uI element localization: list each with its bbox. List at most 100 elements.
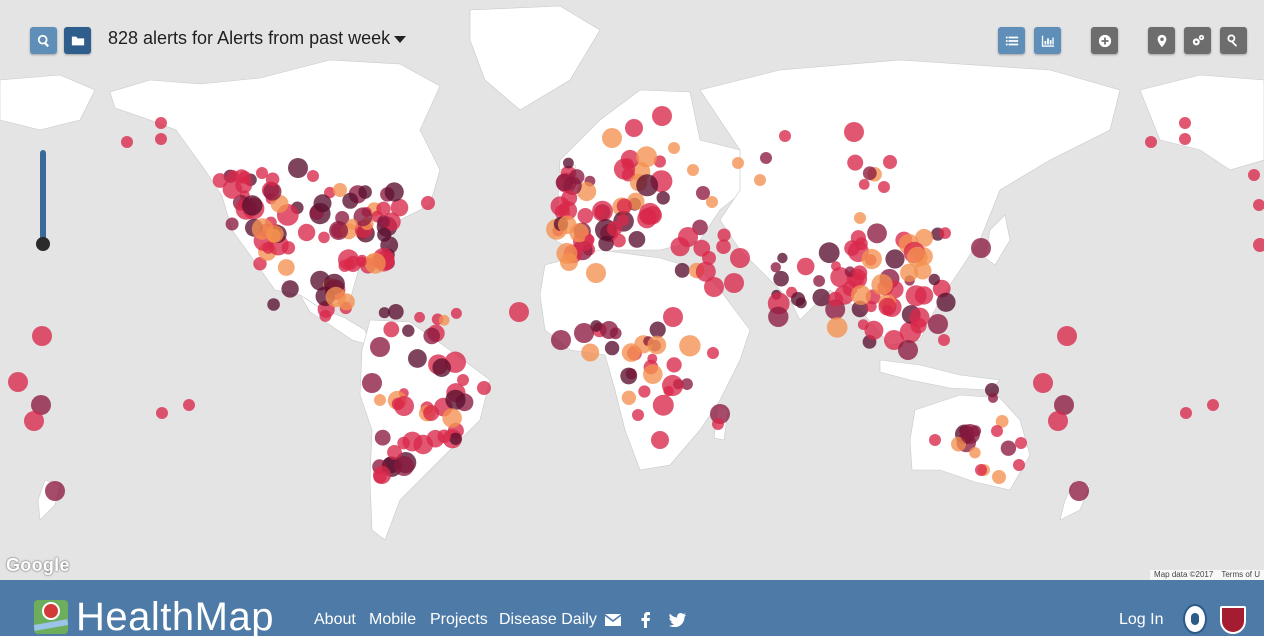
alert-marker[interactable] — [1179, 133, 1191, 145]
alert-marker[interactable] — [377, 227, 392, 242]
alert-marker[interactable] — [267, 298, 280, 311]
alert-marker[interactable] — [288, 158, 308, 178]
alert-marker[interactable] — [796, 257, 815, 276]
alert-marker[interactable] — [307, 170, 319, 182]
list-view-button[interactable] — [998, 27, 1025, 54]
alert-marker[interactable] — [1057, 326, 1077, 346]
alert-marker[interactable] — [1048, 411, 1068, 431]
alert-marker[interactable] — [854, 212, 866, 224]
boston-childrens-seal-icon[interactable] — [1183, 604, 1207, 634]
alert-marker[interactable] — [717, 228, 731, 242]
alert-marker[interactable] — [358, 185, 372, 199]
alert-marker[interactable] — [790, 292, 806, 307]
alert-marker[interactable] — [155, 117, 167, 129]
nav-about[interactable]: About — [314, 611, 356, 629]
alert-marker[interactable] — [678, 227, 698, 247]
nav-projects[interactable]: Projects — [430, 611, 488, 629]
healthmap-brand[interactable]: HealthMap — [76, 594, 274, 636]
alert-marker[interactable] — [414, 311, 425, 323]
alert-marker[interactable] — [442, 408, 462, 428]
alert-marker[interactable] — [707, 347, 719, 359]
alert-marker[interactable] — [1207, 399, 1219, 411]
alert-marker[interactable] — [362, 373, 382, 393]
alert-marker[interactable] — [45, 481, 65, 501]
alert-marker[interactable] — [277, 259, 295, 276]
alert-marker[interactable] — [602, 128, 622, 148]
alert-marker[interactable] — [384, 182, 404, 202]
alert-marker[interactable] — [625, 119, 643, 137]
alert-marker[interactable] — [242, 195, 263, 216]
alert-marker[interactable] — [423, 405, 440, 421]
alert-marker[interactable] — [560, 253, 578, 271]
alert-marker[interactable] — [376, 201, 391, 216]
zoom-slider-track[interactable] — [40, 150, 46, 240]
key-button[interactable] — [1220, 27, 1247, 54]
alert-marker[interactable] — [1000, 440, 1017, 456]
alert-marker[interactable] — [1145, 136, 1157, 148]
alert-marker[interactable] — [342, 192, 359, 209]
alert-marker[interactable] — [383, 321, 400, 338]
alert-marker[interactable] — [1013, 459, 1025, 471]
alert-marker[interactable] — [938, 334, 950, 346]
alert-marker[interactable] — [636, 174, 659, 197]
healthmap-logo-icon[interactable] — [34, 600, 68, 634]
alert-marker[interactable] — [878, 181, 890, 193]
alert-marker[interactable] — [1248, 169, 1260, 181]
alert-marker[interactable] — [620, 367, 638, 385]
alert-marker[interactable] — [604, 340, 620, 356]
alert-marker[interactable] — [212, 173, 228, 188]
alert-marker[interactable] — [24, 411, 44, 431]
alert-marker[interactable] — [402, 324, 415, 337]
chart-view-button[interactable] — [1034, 27, 1061, 54]
facebook-icon[interactable] — [636, 611, 654, 629]
alert-marker[interactable] — [992, 470, 1006, 484]
alert-marker[interactable] — [858, 179, 870, 190]
alert-marker[interactable] — [969, 447, 981, 459]
alert-marker[interactable] — [598, 235, 614, 252]
alert-marker[interactable] — [561, 190, 578, 207]
world-map[interactable] — [0, 0, 1264, 580]
envelope-icon[interactable] — [604, 611, 622, 629]
zoom-slider-handle[interactable] — [36, 237, 50, 251]
alert-marker[interactable] — [450, 307, 462, 319]
alert-marker[interactable] — [647, 353, 658, 364]
alert-marker[interactable] — [477, 381, 491, 395]
alert-marker[interactable] — [377, 215, 390, 229]
alert-marker[interactable] — [867, 223, 887, 244]
alert-marker[interactable] — [156, 407, 168, 419]
alert-marker[interactable] — [338, 259, 351, 272]
alert-marker[interactable] — [432, 358, 452, 378]
alert-marker[interactable] — [423, 327, 441, 345]
alert-marker[interactable] — [643, 206, 663, 225]
alert-marker[interactable] — [1253, 238, 1264, 252]
alert-marker[interactable] — [370, 337, 390, 357]
alert-marker[interactable] — [509, 302, 529, 322]
alert-marker[interactable] — [607, 221, 623, 237]
alert-marker[interactable] — [704, 277, 724, 297]
alert-marker[interactable] — [638, 385, 651, 398]
alert-marker[interactable] — [616, 198, 632, 214]
alert-marker[interactable] — [812, 288, 831, 307]
alert-marker[interactable] — [649, 321, 666, 338]
alert-marker[interactable] — [939, 227, 951, 239]
alert-marker[interactable] — [1015, 437, 1027, 449]
location-button[interactable] — [1148, 27, 1175, 54]
alert-marker[interactable] — [883, 155, 897, 169]
alert-marker[interactable] — [928, 273, 940, 286]
alert-marker[interactable] — [438, 314, 450, 326]
alert-marker[interactable] — [551, 330, 571, 350]
alert-marker[interactable] — [861, 248, 882, 270]
alert-marker[interactable] — [679, 335, 701, 357]
alert-marker[interactable] — [818, 242, 840, 264]
alert-marker[interactable] — [225, 217, 239, 231]
alert-marker[interactable] — [333, 183, 347, 197]
alert-marker[interactable] — [773, 270, 789, 287]
alert-marker[interactable] — [864, 320, 884, 340]
alert-marker[interactable] — [394, 396, 414, 416]
alert-marker[interactable] — [885, 249, 905, 269]
nav-mobile[interactable]: Mobile — [369, 611, 416, 629]
alert-marker[interactable] — [844, 240, 860, 256]
alert-marker[interactable] — [32, 326, 52, 346]
alert-marker[interactable] — [313, 194, 332, 213]
alert-marker[interactable] — [364, 252, 386, 274]
